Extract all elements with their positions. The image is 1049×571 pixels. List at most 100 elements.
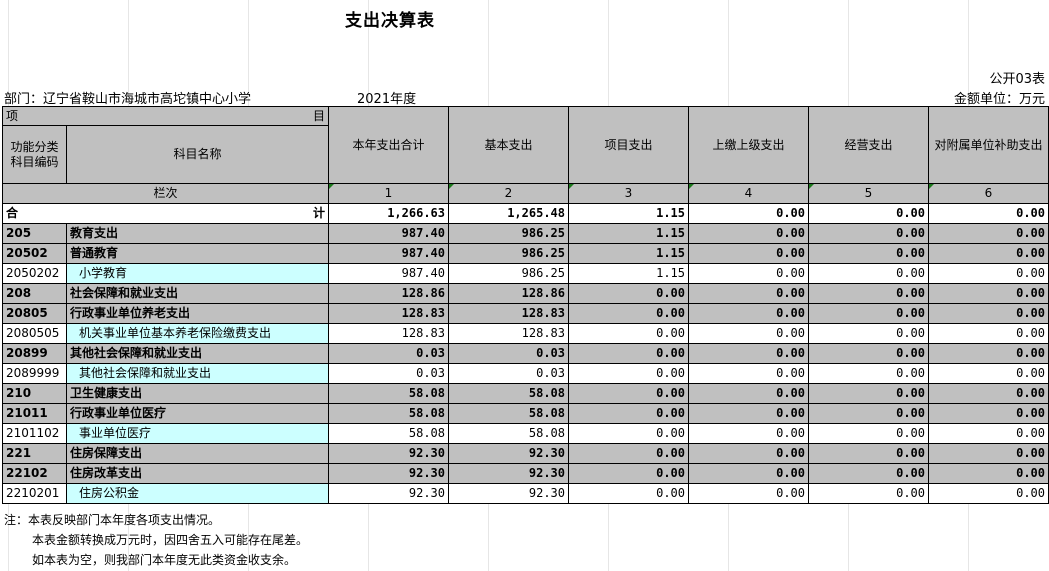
row-value-2[interactable]: 92.30 [448, 483, 569, 504]
row-value-2[interactable]: 92.30 [448, 463, 569, 484]
row-value-5[interactable]: 0.00 [808, 303, 929, 324]
row-value-4[interactable]: 0.00 [688, 463, 809, 484]
row-value-3[interactable]: 1.15 [568, 243, 689, 264]
row-value-3[interactable]: 0.00 [568, 383, 689, 404]
row-value-5[interactable]: 0.00 [808, 343, 929, 364]
row-value-1[interactable]: 58.08 [328, 403, 449, 424]
row-code[interactable]: 20899 [2, 343, 67, 364]
header-col-6[interactable]: 对附属单位补助支出 [928, 106, 1049, 184]
row-name[interactable]: 小学教育 [66, 263, 329, 284]
row-value-3[interactable]: 0.00 [568, 403, 689, 424]
row-value-4[interactable]: 0.00 [688, 403, 809, 424]
row-code[interactable]: 2050202 [2, 263, 67, 284]
row-value-1[interactable]: 128.83 [328, 323, 449, 344]
total-value-4[interactable]: 0.00 [688, 203, 809, 224]
row-value-1[interactable]: 0.03 [328, 343, 449, 364]
row-name[interactable]: 住房保障支出 [66, 443, 329, 464]
row-value-2[interactable]: 58.08 [448, 423, 569, 444]
row-value-1[interactable]: 987.40 [328, 243, 449, 264]
row-name[interactable]: 住房公积金 [66, 483, 329, 504]
row-name[interactable]: 行政事业单位养老支出 [66, 303, 329, 324]
total-value-5[interactable]: 0.00 [808, 203, 929, 224]
row-value-5[interactable]: 0.00 [808, 363, 929, 384]
row-value-6[interactable]: 0.00 [928, 463, 1049, 484]
row-value-6[interactable]: 0.00 [928, 443, 1049, 464]
row-value-5[interactable]: 0.00 [808, 263, 929, 284]
row-value-3[interactable]: 0.00 [568, 363, 689, 384]
row-value-1[interactable]: 987.40 [328, 223, 449, 244]
header-col-3[interactable]: 项目支出 [568, 106, 689, 184]
total-value-1[interactable]: 1,266.63 [328, 203, 449, 224]
row-value-2[interactable]: 92.30 [448, 443, 569, 464]
row-value-2[interactable]: 128.86 [448, 283, 569, 304]
row-value-1[interactable]: 58.08 [328, 423, 449, 444]
row-code[interactable]: 20502 [2, 243, 67, 264]
row-value-1[interactable]: 987.40 [328, 263, 449, 284]
row-code[interactable]: 221 [2, 443, 67, 464]
row-value-4[interactable]: 0.00 [688, 323, 809, 344]
row-name[interactable]: 机关事业单位基本养老保险缴费支出 [66, 323, 329, 344]
row-value-2[interactable]: 986.25 [448, 223, 569, 244]
row-name[interactable]: 住房改革支出 [66, 463, 329, 484]
row-value-6[interactable]: 0.00 [928, 363, 1049, 384]
row-name[interactable]: 行政事业单位医疗 [66, 403, 329, 424]
header-col-4[interactable]: 上缴上级支出 [688, 106, 809, 184]
row-value-6[interactable]: 0.00 [928, 343, 1049, 364]
row-value-4[interactable]: 0.00 [688, 483, 809, 504]
row-value-4[interactable]: 0.00 [688, 383, 809, 404]
row-value-3[interactable]: 0.00 [568, 423, 689, 444]
row-code[interactable]: 208 [2, 283, 67, 304]
row-value-6[interactable]: 0.00 [928, 323, 1049, 344]
row-value-6[interactable]: 0.00 [928, 223, 1049, 244]
total-value-2[interactable]: 1,265.48 [448, 203, 569, 224]
row-value-3[interactable]: 0.00 [568, 343, 689, 364]
row-value-2[interactable]: 0.03 [448, 363, 569, 384]
header-col-2[interactable]: 基本支出 [448, 106, 569, 184]
row-value-2[interactable]: 58.08 [448, 383, 569, 404]
row-name[interactable]: 卫生健康支出 [66, 383, 329, 404]
row-value-6[interactable]: 0.00 [928, 483, 1049, 504]
row-value-3[interactable]: 0.00 [568, 323, 689, 344]
row-value-4[interactable]: 0.00 [688, 423, 809, 444]
row-value-5[interactable]: 0.00 [808, 443, 929, 464]
row-value-1[interactable]: 0.03 [328, 363, 449, 384]
header-col-1[interactable]: 本年支出合计 [328, 106, 449, 184]
row-value-3[interactable]: 1.15 [568, 223, 689, 244]
header-code[interactable]: 功能分类科目编码 [2, 125, 67, 184]
row-value-6[interactable]: 0.00 [928, 383, 1049, 404]
row-value-4[interactable]: 0.00 [688, 343, 809, 364]
row-code[interactable]: 20805 [2, 303, 67, 324]
total-value-6[interactable]: 0.00 [928, 203, 1049, 224]
row-code[interactable]: 2101102 [2, 423, 67, 444]
row-value-6[interactable]: 0.00 [928, 243, 1049, 264]
row-value-5[interactable]: 0.00 [808, 383, 929, 404]
row-value-2[interactable]: 0.03 [448, 343, 569, 364]
row-value-4[interactable]: 0.00 [688, 363, 809, 384]
row-value-6[interactable]: 0.00 [928, 263, 1049, 284]
row-value-3[interactable]: 1.15 [568, 263, 689, 284]
row-value-5[interactable]: 0.00 [808, 323, 929, 344]
row-value-5[interactable]: 0.00 [808, 403, 929, 424]
row-code[interactable]: 2210201 [2, 483, 67, 504]
total-value-3[interactable]: 1.15 [568, 203, 689, 224]
row-value-6[interactable]: 0.00 [928, 403, 1049, 424]
row-value-6[interactable]: 0.00 [928, 283, 1049, 304]
row-value-5[interactable]: 0.00 [808, 283, 929, 304]
row-value-4[interactable]: 0.00 [688, 443, 809, 464]
row-value-3[interactable]: 0.00 [568, 283, 689, 304]
row-name[interactable]: 普通教育 [66, 243, 329, 264]
row-value-5[interactable]: 0.00 [808, 243, 929, 264]
row-value-1[interactable]: 128.83 [328, 303, 449, 324]
row-code[interactable]: 2089999 [2, 363, 67, 384]
row-value-3[interactable]: 0.00 [568, 463, 689, 484]
row-value-1[interactable]: 128.86 [328, 283, 449, 304]
row-name[interactable]: 其他社会保障和就业支出 [66, 343, 329, 364]
row-value-5[interactable]: 0.00 [808, 223, 929, 244]
row-value-2[interactable]: 986.25 [448, 263, 569, 284]
row-code[interactable]: 205 [2, 223, 67, 244]
row-name[interactable]: 其他社会保障和就业支出 [66, 363, 329, 384]
row-value-4[interactable]: 0.00 [688, 263, 809, 284]
row-value-2[interactable]: 986.25 [448, 243, 569, 264]
header-col-5[interactable]: 经营支出 [808, 106, 929, 184]
row-value-1[interactable]: 58.08 [328, 383, 449, 404]
